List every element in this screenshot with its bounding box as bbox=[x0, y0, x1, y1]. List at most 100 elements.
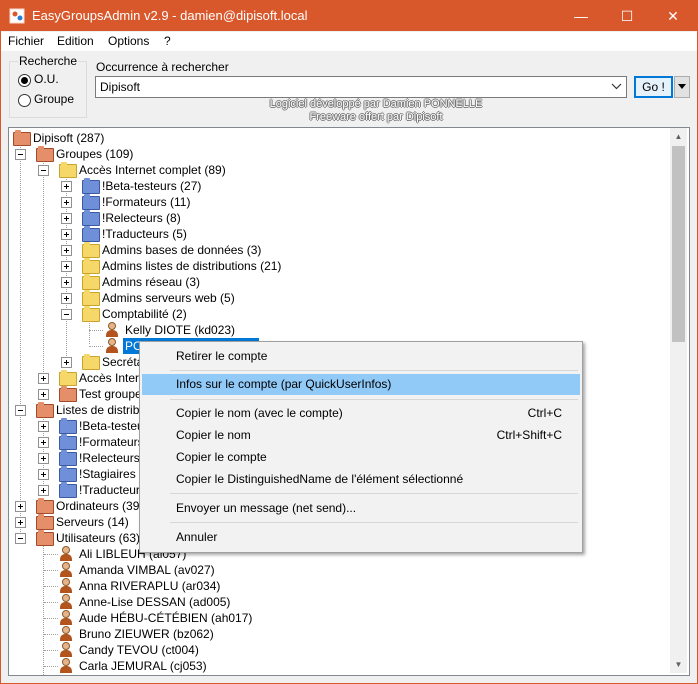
tree-node-label[interactable]: Anne-Lise DESSAN (ad005) bbox=[77, 594, 232, 610]
expand-icon[interactable] bbox=[38, 485, 49, 496]
menu-item-copier-nom[interactable]: Copier le nom Ctrl+Shift+C bbox=[142, 425, 580, 446]
tree-node-label[interactable]: !Traducteurs bbox=[77, 482, 148, 498]
tree-scrollbar[interactable]: ▲ ▼ bbox=[670, 128, 687, 673]
expand-icon[interactable] bbox=[61, 277, 72, 288]
radio-ou[interactable] bbox=[18, 74, 31, 87]
tree-node-label[interactable]: Carla JEMURAL (cj053) bbox=[77, 658, 209, 674]
go-dropdown-button[interactable] bbox=[674, 76, 690, 98]
tree-node-label[interactable]: Admins serveurs web (5) bbox=[100, 290, 237, 306]
tree-node-acces-complet[interactable]: Accès Internet complet (89) bbox=[9, 162, 669, 178]
search-combobox[interactable]: Dipisoft bbox=[95, 76, 627, 98]
expand-icon[interactable] bbox=[15, 501, 26, 512]
tree-node-user[interactable]: Kelly DIOTE (kd023) bbox=[9, 322, 669, 338]
tree-node-group[interactable]: Admins serveurs web (5) bbox=[9, 290, 669, 306]
expand-icon[interactable] bbox=[61, 293, 72, 304]
menu-options[interactable]: Options bbox=[108, 34, 149, 48]
scroll-down-icon[interactable]: ▼ bbox=[670, 656, 687, 673]
menu-item-copier-dn[interactable]: Copier le DistinguishedName de l'élément… bbox=[142, 469, 580, 490]
tree-node-label[interactable]: !Beta-testeurs (27) bbox=[100, 178, 203, 194]
tree-node-label[interactable]: Admins listes de distributions (21) bbox=[100, 258, 283, 274]
menu-item-infos-compte[interactable]: Infos sur le compte (par QuickUserInfos) bbox=[142, 374, 580, 395]
tree-node-group[interactable]: !Beta-testeurs (27) bbox=[9, 178, 669, 194]
tree-node-label[interactable]: !Formateurs (11) bbox=[100, 194, 192, 210]
collapse-icon[interactable] bbox=[15, 405, 26, 416]
chevron-down-icon[interactable] bbox=[611, 80, 622, 95]
expand-icon[interactable] bbox=[61, 261, 72, 272]
tree-node-label[interactable]: !Formateurs bbox=[77, 434, 146, 450]
tree-node-group[interactable]: !Formateurs (11) bbox=[9, 194, 669, 210]
tree-node-group[interactable]: !Relecteurs (8) bbox=[9, 210, 669, 226]
tree-node-label[interactable]: Comptabilité (2) bbox=[100, 306, 189, 322]
minimize-button[interactable]: — bbox=[558, 1, 604, 31]
expand-icon[interactable] bbox=[61, 181, 72, 192]
go-button[interactable]: Go ! bbox=[634, 76, 673, 98]
menu-fichier[interactable]: Fichier bbox=[8, 34, 44, 48]
tree-node-user[interactable]: Anna RIVERAPLU (ar034) bbox=[9, 578, 669, 594]
title-bar[interactable]: EasyGroupsAdmin v2.9 - damien@dipisoft.l… bbox=[1, 1, 697, 31]
tree-node-user[interactable]: Carla JEMURAL (cj053) bbox=[9, 658, 669, 674]
tree-node-user[interactable]: Candy TEVOU (ct004) bbox=[9, 642, 669, 658]
tree-node-label[interactable]: Accès Internet complet (89) bbox=[77, 162, 228, 178]
tree-node-label[interactable]: Ordinateurs (39) bbox=[54, 498, 145, 514]
tree-node-label[interactable]: Bruno ZIEUWER (bz062) bbox=[77, 626, 216, 642]
expand-icon[interactable] bbox=[38, 437, 49, 448]
close-button[interactable]: ✕ bbox=[650, 1, 696, 31]
radio-groupe[interactable] bbox=[18, 94, 31, 107]
expand-icon[interactable] bbox=[61, 245, 72, 256]
expand-icon[interactable] bbox=[38, 469, 49, 480]
tree-node-group[interactable]: !Traducteurs (5) bbox=[9, 226, 669, 242]
collapse-icon[interactable] bbox=[15, 149, 26, 160]
tree-node-label[interactable]: Kelly DIOTE (kd023) bbox=[123, 322, 237, 338]
tree-node-label[interactable]: Serveurs (14) bbox=[54, 514, 131, 530]
menu-item-copier-nom-compte[interactable]: Copier le nom (avec le compte) Ctrl+C bbox=[142, 403, 580, 424]
tree-node-user[interactable]: Anne-Lise DESSAN (ad005) bbox=[9, 594, 669, 610]
tree-node-label[interactable]: Amanda VIMBAL (av027) bbox=[77, 562, 217, 578]
collapse-icon[interactable] bbox=[38, 165, 49, 176]
menu-edition[interactable]: Edition bbox=[57, 34, 94, 48]
tree-node-label[interactable]: !Beta-testeu bbox=[77, 418, 146, 434]
tree-node-groupes[interactable]: Groupes (109) bbox=[9, 146, 669, 162]
tree-node-label[interactable]: Admins réseau (3) bbox=[100, 274, 202, 290]
tree-node-comptabilite[interactable]: Comptabilité (2) bbox=[9, 306, 669, 322]
expand-icon[interactable] bbox=[61, 357, 72, 368]
tree-node-label[interactable]: Dipisoft (287) bbox=[31, 130, 106, 146]
tree-node-label[interactable]: Anna RIVERAPLU (ar034) bbox=[77, 578, 222, 594]
tree-node-user[interactable]: Amanda VIMBAL (av027) bbox=[9, 562, 669, 578]
collapse-icon[interactable] bbox=[61, 309, 72, 320]
radio-ou-label[interactable]: O.U. bbox=[34, 72, 59, 86]
expand-icon[interactable] bbox=[61, 213, 72, 224]
tree-node-label[interactable]: !Relecteurs (8) bbox=[100, 210, 183, 226]
tree-node-label[interactable]: Admins bases de données (3) bbox=[100, 242, 263, 258]
tree-node-group[interactable]: Admins réseau (3) bbox=[9, 274, 669, 290]
scroll-up-icon[interactable]: ▲ bbox=[670, 128, 687, 145]
tree-node-label[interactable]: Candy TEVOU (ct004) bbox=[77, 642, 201, 658]
menu-item-annuler[interactable]: Annuler bbox=[142, 527, 580, 548]
expand-icon[interactable] bbox=[61, 197, 72, 208]
menu-item-envoyer-message[interactable]: Envoyer un message (net send)... bbox=[142, 498, 580, 519]
expand-icon[interactable] bbox=[61, 229, 72, 240]
menu-help[interactable]: ? bbox=[164, 34, 171, 48]
tree-node-label[interactable]: Aude HÉBU-CÉTÉBIEN (ah017) bbox=[77, 610, 254, 626]
expand-icon[interactable] bbox=[38, 389, 49, 400]
scroll-thumb[interactable] bbox=[672, 146, 685, 342]
tree-node-user[interactable]: Aude HÉBU-CÉTÉBIEN (ah017) bbox=[9, 610, 669, 626]
tree-node-group[interactable]: Admins listes de distributions (21) bbox=[9, 258, 669, 274]
expand-icon[interactable] bbox=[38, 453, 49, 464]
tree-node-label[interactable]: Groupes (109) bbox=[54, 146, 135, 162]
menu-item-retirer-compte[interactable]: Retirer le compte bbox=[142, 346, 580, 367]
expand-icon[interactable] bbox=[38, 421, 49, 432]
expand-icon[interactable] bbox=[15, 517, 26, 528]
radio-groupe-label[interactable]: Groupe bbox=[34, 92, 74, 106]
tree-node-label[interactable]: Accès Intern bbox=[77, 370, 148, 386]
tree-node-label[interactable]: Utilisateurs (63) bbox=[54, 530, 142, 546]
tree-node-label[interactable]: !Stagiaires ( bbox=[77, 466, 145, 482]
tree-node-group[interactable]: Admins bases de données (3) bbox=[9, 242, 669, 258]
collapse-icon[interactable] bbox=[15, 533, 26, 544]
menu-item-copier-compte[interactable]: Copier le compte bbox=[142, 447, 580, 468]
tree-node-root[interactable]: Dipisoft (287) bbox=[9, 130, 669, 146]
tree-node-label[interactable]: !Traducteurs (5) bbox=[100, 226, 189, 242]
expand-icon[interactable] bbox=[38, 373, 49, 384]
tree-node-user[interactable]: Bruno ZIEUWER (bz062) bbox=[9, 626, 669, 642]
search-value[interactable]: Dipisoft bbox=[100, 80, 140, 94]
maximize-button[interactable]: ☐ bbox=[604, 1, 650, 31]
